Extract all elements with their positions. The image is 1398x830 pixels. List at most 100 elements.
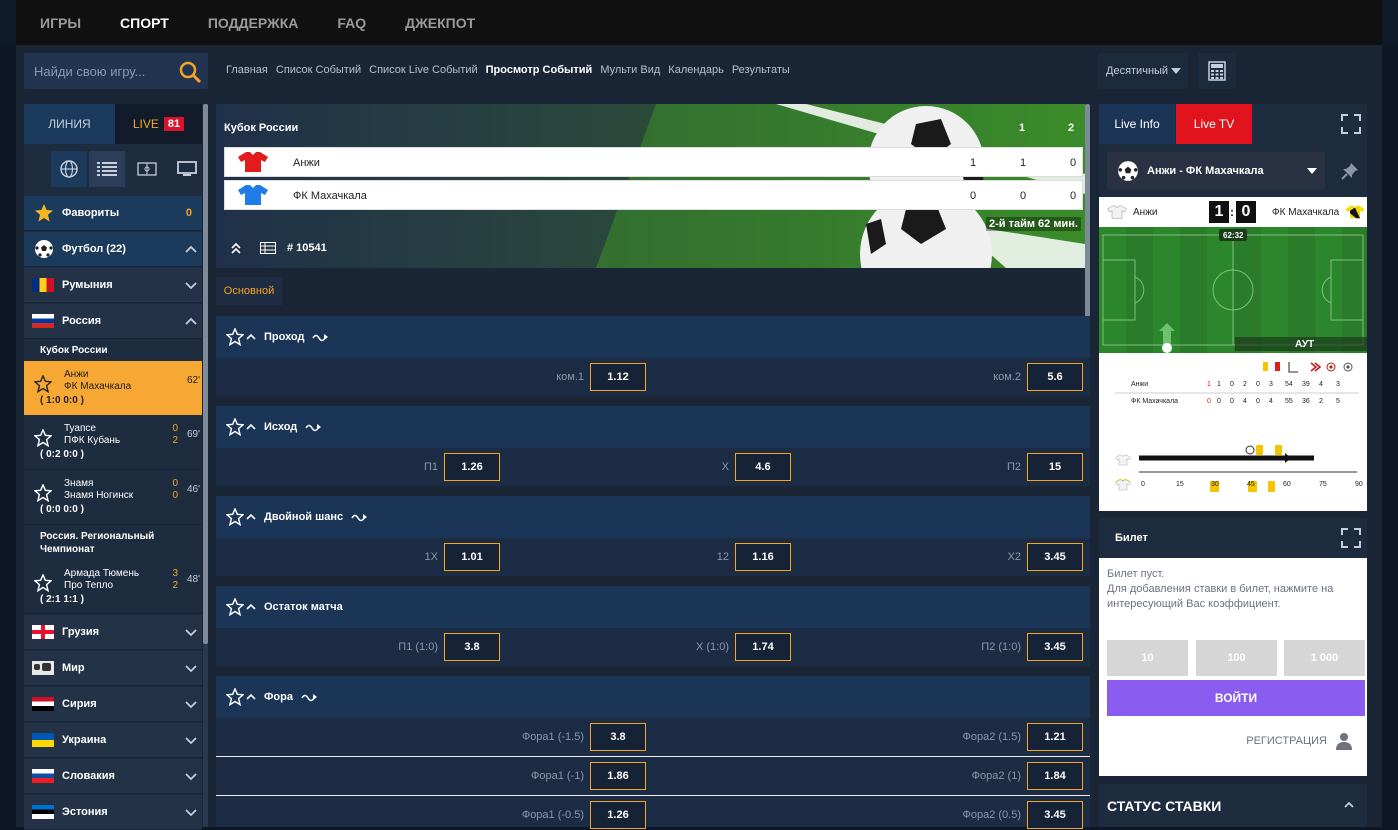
nav-support[interactable]: ПОДДЕРЖКА (208, 15, 299, 31)
odd-value-box[interactable]: 3.8 (444, 633, 500, 661)
collapse-icon[interactable] (230, 242, 242, 254)
tab-live-info[interactable]: Live Info (1099, 104, 1175, 144)
quick-stake-10[interactable]: 10 (1107, 640, 1188, 676)
odd-handicap2-b[interactable]: Фора2 (1) 1.84 (972, 762, 1083, 790)
crumb-results[interactable]: Результаты (732, 64, 790, 76)
calculator-button[interactable] (1198, 53, 1236, 89)
view-globe-button[interactable] (51, 151, 87, 187)
sidebar-item-world[interactable]: Мир (24, 651, 202, 686)
odd-rest-x[interactable]: Х (1:0) 1.74 (696, 633, 791, 661)
odd-passage-team2[interactable]: ком.2 5.6 (993, 363, 1083, 391)
odd-rest-p2[interactable]: П2 (1:0) 3.45 (981, 633, 1083, 661)
crumb-events[interactable]: Список Событий (276, 64, 361, 76)
odd-value-box[interactable]: 5.6 (1027, 363, 1083, 391)
odd-value-box[interactable]: 15 (1027, 453, 1083, 481)
odd-value-box[interactable]: 3.45 (1027, 633, 1083, 661)
view-list-button[interactable] (89, 151, 125, 187)
market-header-rest-of-match[interactable]: Остаток матча (216, 586, 1090, 628)
pin-icon[interactable] (1341, 162, 1359, 180)
quick-stake-1000[interactable]: 1 000 (1284, 640, 1365, 676)
odd-handicap2-c[interactable]: Фора2 (0.5) 3.45 (962, 801, 1083, 829)
sidebar-item-slovakia[interactable]: Словакия (24, 759, 202, 794)
market-header-outcome[interactable]: Исход (216, 406, 1090, 448)
tab-live[interactable]: LIVE 81 (115, 104, 202, 144)
star-outline-icon[interactable] (226, 598, 244, 616)
search-icon[interactable] (178, 60, 202, 84)
odd-value-box[interactable]: 1.86 (590, 762, 646, 790)
nav-faq[interactable]: FAQ (337, 15, 366, 31)
star-outline-icon[interactable] (34, 484, 52, 502)
odd-value-box[interactable]: 3.45 (1027, 801, 1083, 829)
login-button[interactable]: ВОЙТИ (1107, 680, 1365, 716)
market-header-double-chance[interactable]: Двойной шанс (216, 496, 1090, 538)
odd-value-box[interactable]: 1.21 (1027, 723, 1083, 751)
sidebar-item-regional[interactable]: Россия. Региональный Чемпионат (24, 526, 202, 560)
odd-handicap1-c[interactable]: Фора1 (-0.5) 1.26 (522, 801, 646, 829)
sidebar-item-romania[interactable]: Румыния (24, 268, 202, 303)
star-outline-icon[interactable] (226, 688, 244, 706)
match-select[interactable]: Анжи - ФК Махачкала (1107, 152, 1325, 190)
odd-value-box[interactable]: 1.12 (590, 363, 646, 391)
market-header-handicap[interactable]: Фора (216, 676, 1090, 718)
sidebar-item-estonia[interactable]: Эстония (24, 795, 202, 830)
odd-passage-team1[interactable]: ком.1 1.12 (556, 363, 646, 391)
register-link[interactable]: РЕГИСТРАЦИЯ (1246, 732, 1353, 750)
odd-12[interactable]: 12 1.16 (717, 543, 791, 571)
tab-line[interactable]: ЛИНИЯ (24, 104, 115, 144)
odd-value-box[interactable]: 1.26 (444, 453, 500, 481)
odd-value-box[interactable]: 3.8 (590, 723, 646, 751)
match-item-4[interactable]: Армада Тюмень Про Тепло 3 2 48' ( 2:1 1:… (24, 560, 202, 614)
odd-outcome-p1[interactable]: П1 1.26 (424, 453, 500, 481)
odd-value-box[interactable]: 1.16 (735, 543, 791, 571)
view-field-button[interactable] (129, 151, 165, 187)
odd-value-box[interactable]: 1.01 (444, 543, 500, 571)
star-outline-icon[interactable] (34, 429, 52, 447)
match-item-1[interactable]: Анжи ФК Махачкала 62' ( 1:0 0:0 ) (24, 361, 202, 415)
crumb-main[interactable]: Главная (226, 64, 268, 76)
odd-handicap1-b[interactable]: Фора1 (-1) 1.86 (531, 762, 646, 790)
odd-rest-p1[interactable]: П1 (1:0) 3.8 (398, 633, 500, 661)
tab-live-tv[interactable]: Live TV (1176, 104, 1252, 144)
star-outline-icon[interactable] (34, 574, 52, 592)
sidebar-item-ukraine[interactable]: Украина (24, 723, 202, 758)
bet-status-panel[interactable]: СТАТУС СТАВКИ (1099, 784, 1367, 827)
nav-games[interactable]: ИГРЫ (40, 15, 81, 31)
market-header-passage[interactable]: Проход (216, 316, 1090, 358)
odd-handicap2-a[interactable]: Фора2 (1.5) 1.21 (962, 723, 1083, 751)
star-outline-icon[interactable] (34, 375, 52, 393)
match-item-3[interactable]: Знамя Знамя Ногинск 0 0 46' ( 0:0 0:0 ) (24, 470, 202, 525)
sidebar-item-russia[interactable]: Россия (24, 304, 202, 339)
odd-value-box[interactable]: 4.6 (735, 453, 791, 481)
sidebar-scroll-thumb[interactable] (203, 104, 208, 644)
crumb-live-events[interactable]: Список Live Событий (369, 64, 478, 76)
view-tv-button[interactable] (169, 151, 205, 187)
fullscreen-icon[interactable] (1341, 114, 1361, 134)
star-outline-icon[interactable] (226, 418, 244, 436)
star-outline-icon[interactable] (226, 508, 244, 526)
sidebar-item-football[interactable]: Футбол (22) (24, 232, 202, 267)
odd-value-box[interactable]: 3.45 (1027, 543, 1083, 571)
crumb-calendar[interactable]: Календарь (668, 64, 724, 76)
tab-main-markets[interactable]: Основной (216, 277, 282, 305)
sidebar-item-georgia[interactable]: Грузия (24, 615, 202, 650)
odds-format-select[interactable]: Десятичный (1098, 53, 1188, 89)
match-item-2[interactable]: Туапсе ПФК Кубань 0 2 69' ( 0:2 0:0 ) (24, 415, 202, 470)
sidebar-item-syria[interactable]: Сирия (24, 687, 202, 722)
fullscreen-icon[interactable] (1341, 528, 1361, 548)
search-box[interactable] (24, 53, 208, 89)
sidebar-scrollbar[interactable] (203, 104, 208, 827)
nav-jackpot[interactable]: ДЖЕКПОТ (405, 15, 475, 31)
quick-stake-100[interactable]: 100 (1196, 640, 1277, 676)
star-outline-icon[interactable] (226, 328, 244, 346)
odd-1x[interactable]: 1Х 1.01 (425, 543, 500, 571)
search-input[interactable] (34, 62, 174, 80)
odd-handicap1-a[interactable]: Фора1 (-1.5) 3.8 (522, 723, 646, 751)
odd-value-box[interactable]: 1.26 (590, 801, 646, 829)
nav-sport[interactable]: СПОРТ (120, 15, 169, 31)
odd-value-box[interactable]: 1.74 (735, 633, 791, 661)
odd-value-box[interactable]: 1.84 (1027, 762, 1083, 790)
sidebar-item-favorites[interactable]: Фавориты 0 (24, 196, 202, 231)
odd-outcome-p2[interactable]: П2 15 (1007, 453, 1083, 481)
crumb-multiview[interactable]: Мульти Вид (600, 64, 660, 76)
odd-x2[interactable]: Х2 3.45 (1008, 543, 1083, 571)
